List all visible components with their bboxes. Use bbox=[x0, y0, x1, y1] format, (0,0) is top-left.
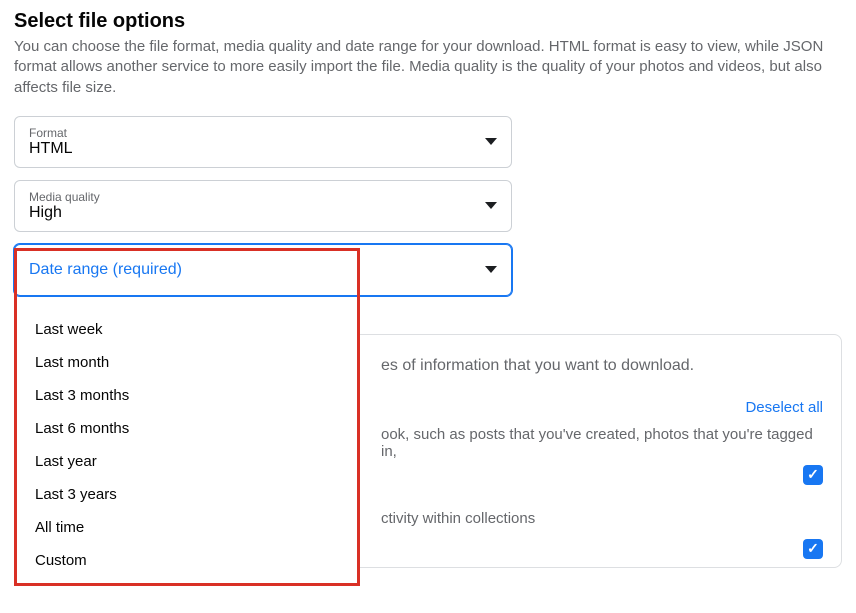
dropdown-item-last-week[interactable]: Last week bbox=[17, 313, 357, 346]
format-label: Format bbox=[29, 126, 73, 140]
format-value: HTML bbox=[29, 140, 73, 158]
dropdown-item-last-3-months[interactable]: Last 3 months bbox=[17, 379, 357, 412]
media-quality-label: Media quality bbox=[29, 190, 100, 204]
media-quality-select[interactable]: Media quality High bbox=[14, 180, 512, 232]
date-range-dropdown: Last week Last month Last 3 months Last … bbox=[14, 305, 360, 586]
media-quality-value: High bbox=[29, 204, 100, 222]
dropdown-item-last-6-months[interactable]: Last 6 months bbox=[17, 412, 357, 445]
section-description: You can choose the file format, media qu… bbox=[14, 37, 842, 98]
dropdown-item-all-time[interactable]: All time bbox=[17, 511, 357, 544]
dropdown-item-custom[interactable]: Custom bbox=[17, 544, 357, 577]
caret-down-icon bbox=[485, 266, 497, 273]
dropdown-item-last-year[interactable]: Last year bbox=[17, 445, 357, 478]
dropdown-item-last-3-years[interactable]: Last 3 years bbox=[17, 478, 357, 511]
caret-down-icon bbox=[485, 202, 497, 209]
select-group: Format HTML Media quality High Date rang… bbox=[14, 116, 512, 296]
section-title: Select file options bbox=[14, 10, 842, 33]
date-range-placeholder: Date range (required) bbox=[29, 261, 182, 279]
format-select[interactable]: Format HTML bbox=[14, 116, 512, 168]
activity-text: ctivity within collections bbox=[381, 510, 535, 527]
checkbox-item-2[interactable]: ✓ bbox=[803, 539, 823, 559]
checkbox-item-1[interactable]: ✓ bbox=[803, 465, 823, 485]
caret-down-icon bbox=[485, 138, 497, 145]
dropdown-item-last-month[interactable]: Last month bbox=[17, 346, 357, 379]
date-range-select[interactable]: Date range (required) bbox=[14, 244, 512, 296]
